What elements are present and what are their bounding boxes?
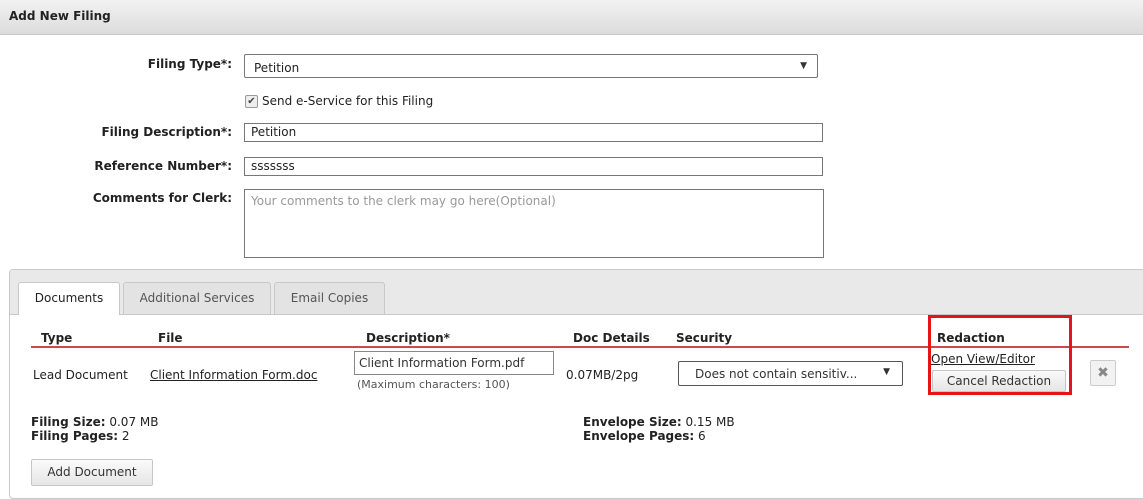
col-header-security: Security (676, 331, 733, 345)
page-title: Add New Filing (9, 9, 111, 23)
reference-number-input[interactable]: sssssss (244, 157, 823, 176)
col-header-doc-details: Doc Details (573, 331, 650, 345)
filing-description-label: Filing Description*: (101, 125, 232, 139)
close-icon: ✖ (1097, 365, 1109, 381)
row-description-note: (Maximum characters: 100) (357, 378, 510, 391)
row-description-input[interactable]: Client Information Form.pdf (354, 351, 554, 375)
col-header-file: File (158, 331, 183, 345)
row-type: Lead Document (33, 368, 128, 382)
envelope-pages-label: Envelope Pages: (583, 429, 695, 443)
col-header-type: Type (41, 331, 73, 345)
filing-type-value: Petition (254, 61, 300, 75)
envelope-summary: Envelope Size: 0.15 MB Envelope Pages: 6 (583, 415, 735, 443)
remove-document-button[interactable]: ✖ (1090, 360, 1116, 386)
filing-summary: Filing Size: 0.07 MB Filing Pages: 2 (31, 415, 158, 443)
redaction-highlight-box (928, 315, 1072, 395)
chevron-down-icon: ▼ (883, 367, 890, 377)
reference-number-label: Reference Number*: (94, 159, 232, 173)
envelope-size-label: Envelope Size: (583, 415, 682, 429)
add-document-button[interactable]: Add Document (31, 459, 153, 486)
tab-email-copies[interactable]: Email Copies (274, 282, 385, 314)
eservice-checkbox-row[interactable]: ✔ Send e-Service for this Filing (245, 94, 433, 108)
filing-type-select[interactable]: Petition ▼ (244, 54, 818, 78)
row-doc-details: 0.07MB/2pg (566, 368, 639, 382)
filing-size-label: Filing Size: (31, 415, 106, 429)
comments-textarea[interactable]: Your comments to the clerk may go here(O… (244, 189, 824, 258)
filing-description-input[interactable]: Petition (244, 123, 823, 142)
security-value: Does not contain sensitiv... (695, 367, 858, 381)
page-header: Add New Filing (0, 0, 1143, 35)
col-header-description: Description* (366, 331, 450, 345)
tab-additional-services[interactable]: Additional Services (123, 282, 271, 314)
row-file-link[interactable]: Client Information Form.doc (150, 368, 317, 382)
filing-pages-label: Filing Pages: (31, 429, 119, 443)
checkbox-checked-icon[interactable]: ✔ (245, 94, 258, 108)
envelope-size-value: 0.15 MB (685, 415, 735, 429)
filing-size-value: 0.07 MB (109, 415, 159, 429)
eservice-label: Send e-Service for this Filing (262, 94, 434, 108)
filing-pages-value: 2 (121, 429, 130, 443)
comments-label: Comments for Clerk: (92, 191, 232, 205)
comments-placeholder: Your comments to the clerk may go here(O… (251, 194, 556, 208)
envelope-pages-value: 6 (698, 429, 706, 443)
security-select[interactable]: Does not contain sensitiv... ▼ (678, 361, 903, 386)
tab-bar: Documents Additional Services Email Copi… (10, 270, 1143, 315)
tab-documents[interactable]: Documents (18, 282, 120, 315)
filing-type-label: Filing Type*: (147, 57, 232, 71)
chevron-down-icon: ▼ (800, 61, 807, 71)
